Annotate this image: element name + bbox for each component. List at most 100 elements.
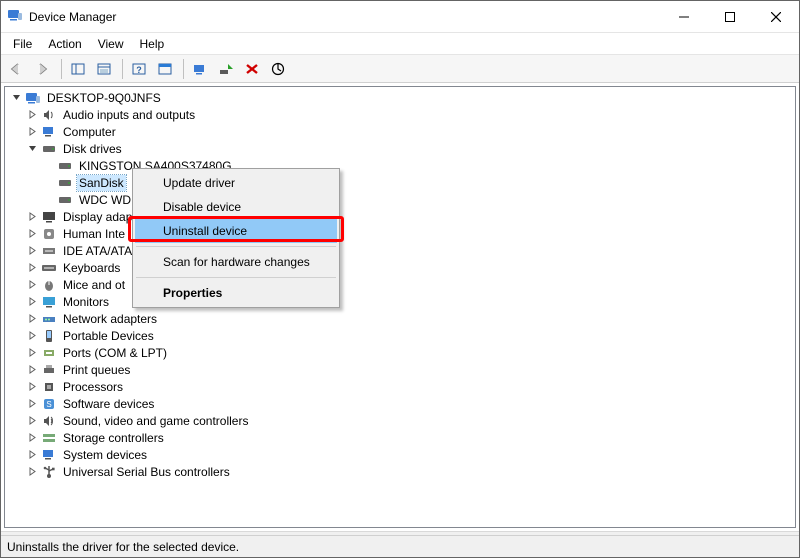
app-icon — [7, 7, 23, 26]
node-label: Network adapters — [61, 311, 159, 327]
expand-toggle[interactable] — [25, 277, 40, 292]
disk-icon — [41, 141, 57, 157]
node-label: IDE ATA/ATA — [61, 243, 134, 259]
close-button[interactable] — [753, 1, 799, 32]
tree-category[interactable]: Network adapters — [5, 310, 795, 327]
tree-pane: DESKTOP-9Q0JNFSAudio inputs and outputsC… — [4, 86, 796, 528]
tree-category[interactable]: Monitors — [5, 293, 795, 310]
window-title: Device Manager — [29, 10, 116, 24]
tree-device[interactable]: SanDisk — [5, 174, 795, 191]
expand-toggle[interactable] — [25, 464, 40, 479]
context-menu-item[interactable]: Disable device — [135, 195, 337, 219]
expand-toggle[interactable] — [25, 209, 40, 224]
tree-category[interactable]: Human Inte — [5, 225, 795, 242]
expand-toggle[interactable] — [25, 141, 40, 156]
tree-category[interactable]: Universal Serial Bus controllers — [5, 463, 795, 480]
back-button[interactable] — [5, 58, 29, 80]
context-menu-item[interactable]: Uninstall device — [135, 219, 337, 243]
update-driver-toolbar-button[interactable] — [266, 58, 290, 80]
node-label: DESKTOP-9Q0JNFS — [45, 90, 163, 106]
node-label: Ports (COM & LPT) — [61, 345, 169, 361]
menu-action[interactable]: Action — [40, 35, 89, 53]
tree-category[interactable]: System devices — [5, 446, 795, 463]
expand-toggle[interactable] — [25, 447, 40, 462]
menu-file[interactable]: File — [5, 35, 40, 53]
node-label: Monitors — [61, 294, 111, 310]
tree-device[interactable]: KINGSTON SA400S37480G — [5, 157, 795, 174]
statusbar-text: Uninstalls the driver for the selected d… — [7, 540, 239, 554]
expand-toggle[interactable] — [9, 90, 24, 105]
tree-category[interactable]: S Software devices — [5, 395, 795, 412]
tree-category[interactable]: Disk drives — [5, 140, 795, 157]
tree-category[interactable]: Audio inputs and outputs — [5, 106, 795, 123]
disk-icon — [57, 175, 73, 191]
tree-device[interactable]: WDC WD — [5, 191, 795, 208]
expand-toggle[interactable] — [25, 294, 40, 309]
device-tree[interactable]: DESKTOP-9Q0JNFSAudio inputs and outputsC… — [5, 87, 795, 527]
forward-button[interactable] — [31, 58, 55, 80]
expand-toggle[interactable] — [25, 260, 40, 275]
tree-category[interactable]: Sound, video and game controllers — [5, 412, 795, 429]
computer-icon — [41, 124, 57, 140]
expand-toggle[interactable] — [25, 362, 40, 377]
tree-category[interactable]: Processors — [5, 378, 795, 395]
tree-category[interactable]: Display adap — [5, 208, 795, 225]
expand-toggle[interactable] — [25, 226, 40, 241]
uninstall-toolbar-button[interactable] — [240, 58, 264, 80]
display-icon — [41, 209, 57, 225]
expand-toggle[interactable] — [25, 107, 40, 122]
tree-category[interactable]: Computer — [5, 123, 795, 140]
network-icon — [41, 311, 57, 327]
expand-toggle[interactable] — [25, 345, 40, 360]
expand-toggle[interactable] — [25, 124, 40, 139]
context-menu-item[interactable]: Scan for hardware changes — [135, 250, 337, 274]
menubar: FileActionViewHelp — [1, 33, 799, 55]
tree-category[interactable]: IDE ATA/ATA — [5, 242, 795, 259]
tree-category[interactable]: Keyboards — [5, 259, 795, 276]
storage-icon — [41, 430, 57, 446]
show-hidden-button[interactable] — [66, 58, 90, 80]
node-label: Human Inte — [61, 226, 127, 242]
ide-icon — [41, 243, 57, 259]
expand-toggle[interactable] — [25, 311, 40, 326]
node-label: Print queues — [61, 362, 132, 378]
expand-toggle[interactable] — [25, 379, 40, 394]
tree-root[interactable]: DESKTOP-9Q0JNFS — [5, 89, 795, 106]
expand-toggle[interactable] — [25, 430, 40, 445]
node-label: Software devices — [61, 396, 156, 412]
node-label: Portable Devices — [61, 328, 156, 344]
node-label: Mice and ot — [61, 277, 127, 293]
tree-category[interactable]: Portable Devices — [5, 327, 795, 344]
expand-toggle[interactable] — [25, 328, 40, 343]
system-icon — [41, 447, 57, 463]
software-icon: S — [41, 396, 57, 412]
menu-help[interactable]: Help — [132, 35, 173, 53]
tree-category[interactable]: Print queues — [5, 361, 795, 378]
tree-category[interactable]: Storage controllers — [5, 429, 795, 446]
context-menu-item[interactable]: Properties — [135, 281, 337, 305]
action-toolbar-button[interactable] — [153, 58, 177, 80]
node-label: Processors — [61, 379, 125, 395]
menu-view[interactable]: View — [90, 35, 132, 53]
scan-hardware-button[interactable] — [188, 58, 212, 80]
node-label: Keyboards — [61, 260, 122, 276]
window-controls — [661, 1, 799, 32]
enable-device-button[interactable] — [214, 58, 238, 80]
properties-toolbar-button[interactable] — [92, 58, 116, 80]
toolbar-separator — [183, 59, 184, 79]
context-menu-item[interactable]: Update driver — [135, 171, 337, 195]
svg-text:S: S — [46, 400, 51, 409]
tree-category[interactable]: Ports (COM & LPT) — [5, 344, 795, 361]
keyboard-icon — [41, 260, 57, 276]
expand-toggle — [41, 175, 56, 190]
context-menu: Update driverDisable deviceUninstall dev… — [132, 168, 340, 308]
help-toolbar-button[interactable]: ? — [127, 58, 151, 80]
expand-toggle[interactable] — [25, 413, 40, 428]
expand-toggle[interactable] — [25, 396, 40, 411]
minimize-button[interactable] — [661, 1, 707, 32]
node-label: Storage controllers — [61, 430, 166, 446]
maximize-button[interactable] — [707, 1, 753, 32]
expand-toggle[interactable] — [25, 243, 40, 258]
disk-icon — [57, 158, 73, 174]
tree-category[interactable]: Mice and ot — [5, 276, 795, 293]
